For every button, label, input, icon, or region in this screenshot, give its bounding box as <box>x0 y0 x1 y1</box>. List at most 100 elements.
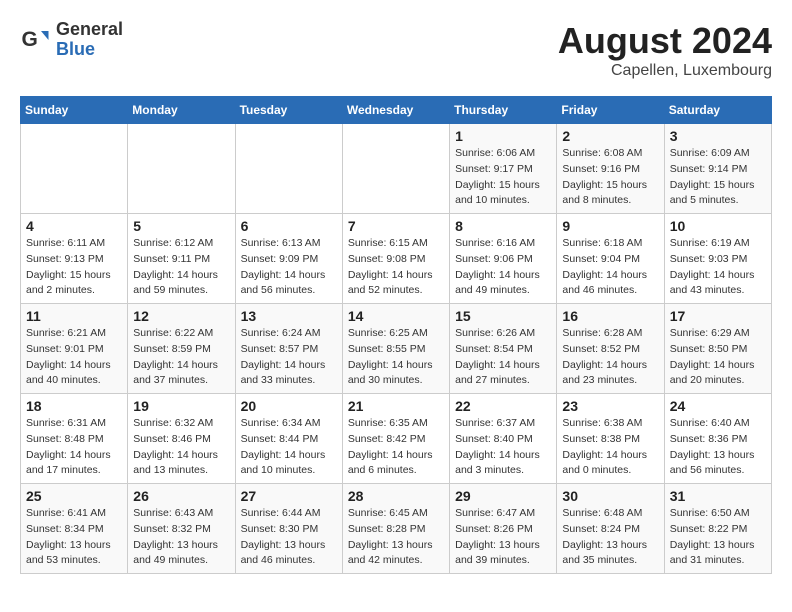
day-number: 15 <box>455 308 551 324</box>
day-number: 5 <box>133 218 229 234</box>
day-number: 2 <box>562 128 658 144</box>
calendar-cell: 10 Sunrise: 6:19 AMSunset: 9:03 PMDayligh… <box>664 214 771 304</box>
day-info: Sunrise: 6:08 AMSunset: 9:16 PMDaylight:… <box>562 146 658 209</box>
day-info: Sunrise: 6:48 AMSunset: 8:24 PMDaylight:… <box>562 506 658 569</box>
day-info: Sunrise: 6:22 AMSunset: 8:59 PMDaylight:… <box>133 326 229 389</box>
day-number: 23 <box>562 398 658 414</box>
calendar-cell: 29Sunrise: 6:47 AMSunset: 8:26 PMDayligh… <box>450 484 557 574</box>
calendar-cell: 23 Sunrise: 6:38 AMSunset: 8:38 PMDayligh… <box>557 394 664 484</box>
day-info: Sunrise: 6:13 AMSunset: 9:09 PMDaylight:… <box>241 236 337 299</box>
day-info: Sunrise: 6:06 AMSunset: 9:17 PMDaylight:… <box>455 146 551 209</box>
weekday-header-monday: Monday <box>128 97 235 124</box>
calendar-cell: 6 Sunrise: 6:13 AMSunset: 9:09 PMDaylight… <box>235 214 342 304</box>
day-number: 19 <box>133 398 229 414</box>
day-number: 17 <box>670 308 766 324</box>
day-info: Sunrise: 6:41 AMSunset: 8:34 PMDaylight:… <box>26 506 122 569</box>
day-number: 24 <box>670 398 766 414</box>
day-info: Sunrise: 6:44 AMSunset: 8:30 PMDaylight:… <box>241 506 337 569</box>
calendar-cell <box>342 124 449 214</box>
day-number: 22 <box>455 398 551 414</box>
svg-text:G: G <box>22 28 38 51</box>
day-number: 9 <box>562 218 658 234</box>
day-info: Sunrise: 6:28 AMSunset: 8:52 PMDaylight:… <box>562 326 658 389</box>
day-info: Sunrise: 6:09 AMSunset: 9:14 PMDaylight:… <box>670 146 766 209</box>
calendar-cell: 9 Sunrise: 6:18 AMSunset: 9:04 PMDaylight… <box>557 214 664 304</box>
calendar-cell: 28 Sunrise: 6:45 AMSunset: 8:28 PMDayligh… <box>342 484 449 574</box>
day-info: Sunrise: 6:31 AMSunset: 8:48 PMDaylight:… <box>26 416 122 479</box>
day-number: 10 <box>670 218 766 234</box>
weekday-header-tuesday: Tuesday <box>235 97 342 124</box>
day-number: 1 <box>455 128 551 144</box>
day-info: Sunrise: 6:35 AMSunset: 8:42 PMDaylight:… <box>348 416 444 479</box>
month-title: August 2024 <box>558 20 772 62</box>
calendar-cell: 14 Sunrise: 6:25 AMSunset: 8:55 PMDayligh… <box>342 304 449 394</box>
day-number: 13 <box>241 308 337 324</box>
calendar-cell: 31Sunrise: 6:50 AMSunset: 8:22 PMDayligh… <box>664 484 771 574</box>
day-info: Sunrise: 6:45 AMSunset: 8:28 PMDaylight:… <box>348 506 444 569</box>
calendar-cell: 12Sunrise: 6:22 AMSunset: 8:59 PMDayligh… <box>128 304 235 394</box>
day-number: 18 <box>26 398 122 414</box>
weekday-header-friday: Friday <box>557 97 664 124</box>
day-number: 8 <box>455 218 551 234</box>
calendar-cell: 25 Sunrise: 6:41 AMSunset: 8:34 PMDayligh… <box>21 484 128 574</box>
calendar-cell: 4 Sunrise: 6:11 AMSunset: 9:13 PMDaylight… <box>21 214 128 304</box>
day-number: 7 <box>348 218 444 234</box>
calendar-week-row: 4 Sunrise: 6:11 AMSunset: 9:13 PMDaylight… <box>21 214 772 304</box>
day-info: Sunrise: 6:37 AMSunset: 8:40 PMDaylight:… <box>455 416 551 479</box>
weekday-header-sunday: Sunday <box>21 97 128 124</box>
calendar-week-row: 25 Sunrise: 6:41 AMSunset: 8:34 PMDayligh… <box>21 484 772 574</box>
weekday-header-saturday: Saturday <box>664 97 771 124</box>
day-number: 14 <box>348 308 444 324</box>
weekday-header-wednesday: Wednesday <box>342 97 449 124</box>
calendar-cell: 7 Sunrise: 6:15 AMSunset: 9:08 PMDaylight… <box>342 214 449 304</box>
title-block: August 2024 Capellen, Luxembourg <box>558 20 772 80</box>
calendar-week-row: 11 Sunrise: 6:21 AMSunset: 9:01 PMDayligh… <box>21 304 772 394</box>
day-number: 4 <box>26 218 122 234</box>
calendar-table: SundayMondayTuesdayWednesdayThursdayFrid… <box>20 96 772 574</box>
calendar-cell: 20Sunrise: 6:34 AMSunset: 8:44 PMDayligh… <box>235 394 342 484</box>
day-number: 11 <box>26 308 122 324</box>
page-header: G General Blue August 2024 Capellen, Lux… <box>20 20 772 80</box>
day-number: 3 <box>670 128 766 144</box>
calendar-cell: 30Sunrise: 6:48 AMSunset: 8:24 PMDayligh… <box>557 484 664 574</box>
calendar-cell: 21Sunrise: 6:35 AMSunset: 8:42 PMDayligh… <box>342 394 449 484</box>
calendar-cell: 22 Sunrise: 6:37 AMSunset: 8:40 PMDayligh… <box>450 394 557 484</box>
day-info: Sunrise: 6:29 AMSunset: 8:50 PMDaylight:… <box>670 326 766 389</box>
location-subtitle: Capellen, Luxembourg <box>558 62 772 80</box>
day-info: Sunrise: 6:43 AMSunset: 8:32 PMDaylight:… <box>133 506 229 569</box>
day-info: Sunrise: 6:32 AMSunset: 8:46 PMDaylight:… <box>133 416 229 479</box>
calendar-cell: 11 Sunrise: 6:21 AMSunset: 9:01 PMDayligh… <box>21 304 128 394</box>
logo-general-text: General <box>56 20 123 40</box>
calendar-cell: 1 Sunrise: 6:06 AMSunset: 9:17 PMDaylight… <box>450 124 557 214</box>
day-info: Sunrise: 6:24 AMSunset: 8:57 PMDaylight:… <box>241 326 337 389</box>
day-info: Sunrise: 6:19 AMSunset: 9:03 PMDaylight:… <box>670 236 766 299</box>
calendar-week-row: 18 Sunrise: 6:31 AMSunset: 8:48 PMDayligh… <box>21 394 772 484</box>
day-number: 6 <box>241 218 337 234</box>
day-number: 25 <box>26 488 122 504</box>
logo-blue-text: Blue <box>56 40 123 60</box>
weekday-header-row: SundayMondayTuesdayWednesdayThursdayFrid… <box>21 97 772 124</box>
calendar-cell <box>235 124 342 214</box>
day-info: Sunrise: 6:25 AMSunset: 8:55 PMDaylight:… <box>348 326 444 389</box>
logo-icon: G <box>20 25 50 55</box>
calendar-cell: 3 Sunrise: 6:09 AMSunset: 9:14 PMDaylight… <box>664 124 771 214</box>
calendar-cell: 24Sunrise: 6:40 AMSunset: 8:36 PMDayligh… <box>664 394 771 484</box>
day-info: Sunrise: 6:18 AMSunset: 9:04 PMDaylight:… <box>562 236 658 299</box>
day-info: Sunrise: 6:11 AMSunset: 9:13 PMDaylight:… <box>26 236 122 299</box>
calendar-cell: 16 Sunrise: 6:28 AMSunset: 8:52 PMDayligh… <box>557 304 664 394</box>
day-info: Sunrise: 6:38 AMSunset: 8:38 PMDaylight:… <box>562 416 658 479</box>
day-number: 29 <box>455 488 551 504</box>
calendar-cell: 18 Sunrise: 6:31 AMSunset: 8:48 PMDayligh… <box>21 394 128 484</box>
day-info: Sunrise: 6:34 AMSunset: 8:44 PMDaylight:… <box>241 416 337 479</box>
calendar-cell: 26 Sunrise: 6:43 AMSunset: 8:32 PMDayligh… <box>128 484 235 574</box>
day-info: Sunrise: 6:21 AMSunset: 9:01 PMDaylight:… <box>26 326 122 389</box>
logo: G General Blue <box>20 20 123 60</box>
calendar-cell <box>128 124 235 214</box>
day-number: 26 <box>133 488 229 504</box>
day-number: 16 <box>562 308 658 324</box>
day-info: Sunrise: 6:15 AMSunset: 9:08 PMDaylight:… <box>348 236 444 299</box>
calendar-cell: 8Sunrise: 6:16 AMSunset: 9:06 PMDaylight… <box>450 214 557 304</box>
calendar-cell: 2 Sunrise: 6:08 AMSunset: 9:16 PMDaylight… <box>557 124 664 214</box>
day-number: 28 <box>348 488 444 504</box>
calendar-cell: 15Sunrise: 6:26 AMSunset: 8:54 PMDayligh… <box>450 304 557 394</box>
